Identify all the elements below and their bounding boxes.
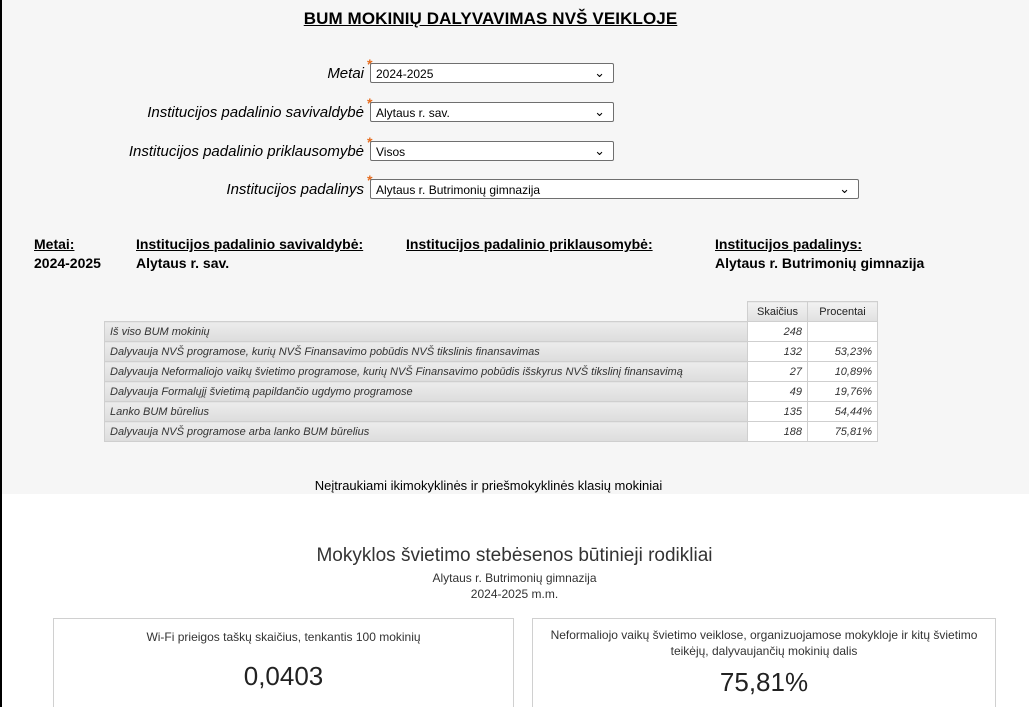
table-row: Dalyvauja Neformaliojo vaikų švietimo pr…: [104, 361, 878, 382]
row-count: 27: [747, 361, 808, 382]
padalinys-select[interactable]: Alytaus r. Butrimonių gimnazija ⌄: [370, 179, 859, 199]
row-label: Dalyvauja NVŠ programose, kurių NVŠ Fina…: [104, 341, 748, 362]
chevron-down-icon: ⌄: [594, 104, 605, 119]
row-percent: 54,44%: [807, 401, 878, 422]
padalinys-select-value: Alytaus r. Butrimonių gimnazija: [376, 183, 541, 197]
summary-savivaldybe-label: Institucijos padalinio savivaldybė:: [136, 236, 364, 252]
row-count: 188: [747, 421, 808, 442]
dashboard-school: Alytaus r. Butrimonių gimnazija: [432, 571, 597, 585]
column-header-skaicius: Skaičius: [747, 301, 808, 322]
stats-table: Skaičius Procentai Iš viso BUM mokinių 2…: [104, 301, 878, 442]
priklausomybe-select-value: Visos: [376, 145, 406, 159]
card-title: Wi-Fi prieigos taškų skaičius, tenkantis…: [146, 630, 421, 644]
nvs-participation-card: Neformaliojo vaikų švietimo veiklose, or…: [532, 618, 996, 707]
row-count: 248: [747, 321, 808, 342]
table-footnote: Neįtraukiami ikimokyklinės ir priešmokyk…: [314, 478, 663, 493]
savivaldybe-select[interactable]: Alytaus r. sav. ⌄: [370, 102, 614, 122]
chevron-down-icon: ⌄: [594, 65, 605, 80]
card-value: 0,0403: [243, 661, 324, 691]
filter-row-priklausomybe: Institucijos padalinio priklausomybė*: [2, 134, 372, 163]
row-percent: 19,76%: [807, 381, 878, 402]
summary-priklausomybe-label: Institucijos padalinio priklausomybė:: [406, 236, 653, 252]
table-header-blank: [105, 302, 748, 322]
row-label: Dalyvauja Neformaliojo vaikų švietimo pr…: [104, 361, 748, 382]
table-row: Dalyvauja NVŠ programose arba lanko BUM …: [104, 421, 878, 442]
report-panel: BUM MOKINIŲ DALYVAVIMAS NVŠ VEIKLOJE Met…: [2, 0, 1029, 494]
row-percent: 53,23%: [807, 341, 878, 362]
filter-label-savivaldybe: Institucijos padalinio savivaldybė*: [147, 95, 372, 121]
page-title: BUM MOKINIŲ DALYVAVIMAS NVŠ VEIKLOJE: [303, 9, 678, 28]
summary-savivaldybe-value: Alytaus r. sav.: [136, 255, 230, 271]
metai-select-value: 2024-2025: [376, 67, 434, 81]
dashboard-year: 2024-2025 m.m.: [470, 587, 559, 601]
table-row: Dalyvauja Formalųjį švietimą papildančio…: [104, 381, 878, 402]
filter-label-padalinys: Institucijos padalinys*: [226, 172, 372, 198]
row-count: 135: [747, 401, 808, 422]
row-label: Iš viso BUM mokinių: [104, 321, 748, 342]
filter-label-metai: Metai*: [327, 56, 372, 82]
row-label: Dalyvauja Formalųjį švietimą papildančio…: [104, 381, 748, 402]
row-label: Lanko BUM būrelius: [104, 401, 748, 422]
card-value: 75,81%: [719, 667, 809, 697]
filter-label-priklausomybe: Institucijos padalinio priklausomybė*: [129, 134, 372, 160]
row-count: 49: [747, 381, 808, 402]
summary-padalinys-label: Institucijos padalinys:: [715, 236, 863, 252]
chevron-down-icon: ⌄: [594, 143, 605, 158]
row-count: 132: [747, 341, 808, 362]
savivaldybe-select-value: Alytaus r. sav.: [376, 106, 450, 120]
table-row: Lanko BUM būrelius 135 54,44%: [104, 401, 878, 422]
summary-padalinys-value: Alytaus r. Butrimonių gimnazija: [715, 255, 925, 271]
dashboard-title: Mokyklos švietimo stebėsenos būtinieji r…: [316, 545, 713, 566]
table-header-row: Skaičius Procentai: [105, 301, 878, 322]
row-percent: 75,81%: [807, 421, 878, 442]
row-label: Dalyvauja NVŠ programose arba lanko BUM …: [104, 421, 748, 442]
summary-metai-value: 2024-2025: [34, 255, 101, 271]
column-header-procentai: Procentai: [807, 301, 878, 322]
filter-row-padalinys: Institucijos padalinys*: [2, 172, 372, 201]
summary-metai-label: Metai:: [34, 236, 75, 252]
filter-row-metai: Metai*: [2, 56, 372, 85]
row-percent: 10,89%: [807, 361, 878, 382]
table-row: Iš viso BUM mokinių 248: [104, 321, 878, 342]
priklausomybe-select[interactable]: Visos ⌄: [370, 141, 614, 161]
card-title: Neformaliojo vaikų švietimo veiklose, or…: [550, 628, 978, 658]
filter-row-savivaldybe: Institucijos padalinio savivaldybė*: [2, 95, 372, 124]
chevron-down-icon: ⌄: [839, 181, 850, 196]
wifi-indicator-card: Wi-Fi prieigos taškų skaičius, tenkantis…: [53, 618, 514, 707]
row-percent: [807, 321, 878, 342]
metai-select[interactable]: 2024-2025 ⌄: [370, 63, 614, 83]
table-row: Dalyvauja NVŠ programose, kurių NVŠ Fina…: [104, 341, 878, 362]
